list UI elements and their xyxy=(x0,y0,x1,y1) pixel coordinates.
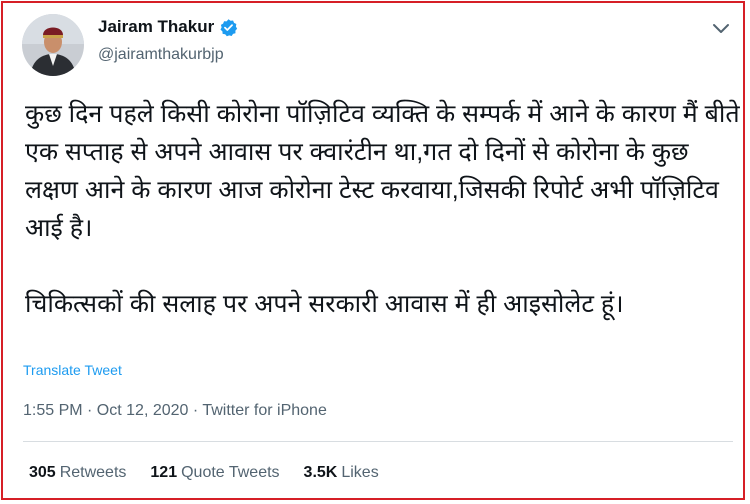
verified-badge-icon xyxy=(220,18,238,36)
tweet-text: कुछ दिन पहले किसी कोरोना पॉज़िटिव व्यक्त… xyxy=(25,95,740,323)
tweet-card: Jairam Thakur @jairamthakurbjp कुछ दिन प… xyxy=(1,1,745,500)
quote-tweets-label: Quote Tweets xyxy=(181,464,280,481)
translate-tweet-link[interactable]: Translate Tweet xyxy=(23,362,122,378)
divider xyxy=(23,441,733,442)
retweets-count: 305 xyxy=(29,464,56,481)
tweet-paragraph: चिकित्सकों की सलाह पर अपने सरकारी आवास म… xyxy=(25,290,624,318)
likes-label: Likes xyxy=(341,464,379,481)
tweet-timestamp[interactable]: 1:55 PM · Oct 12, 2020 · Twitter for iPh… xyxy=(23,402,327,420)
author-name[interactable]: Jairam Thakur xyxy=(98,17,214,37)
quote-tweets-count: 121 xyxy=(150,464,178,481)
tweet-paragraph: कुछ दिन पहले किसी कोरोना पॉज़िटिव व्यक्त… xyxy=(25,100,740,242)
author-row: Jairam Thakur xyxy=(98,17,238,37)
likes-stat[interactable]: 3.5K Likes xyxy=(304,464,379,482)
avatar[interactable] xyxy=(22,14,84,76)
retweets-label: Retweets xyxy=(59,464,127,481)
likes-count: 3.5K xyxy=(303,464,338,481)
quote-tweets-stat[interactable]: 121 Quote Tweets xyxy=(150,464,279,482)
engagement-stats: 305 Retweets 121 Quote Tweets 3.5K Likes xyxy=(29,464,403,482)
author-handle[interactable]: @jairamthakurbjp xyxy=(98,46,224,64)
avatar-image xyxy=(22,14,84,76)
retweets-stat[interactable]: 305 Retweets xyxy=(29,464,126,482)
chevron-down-icon[interactable] xyxy=(710,17,732,39)
